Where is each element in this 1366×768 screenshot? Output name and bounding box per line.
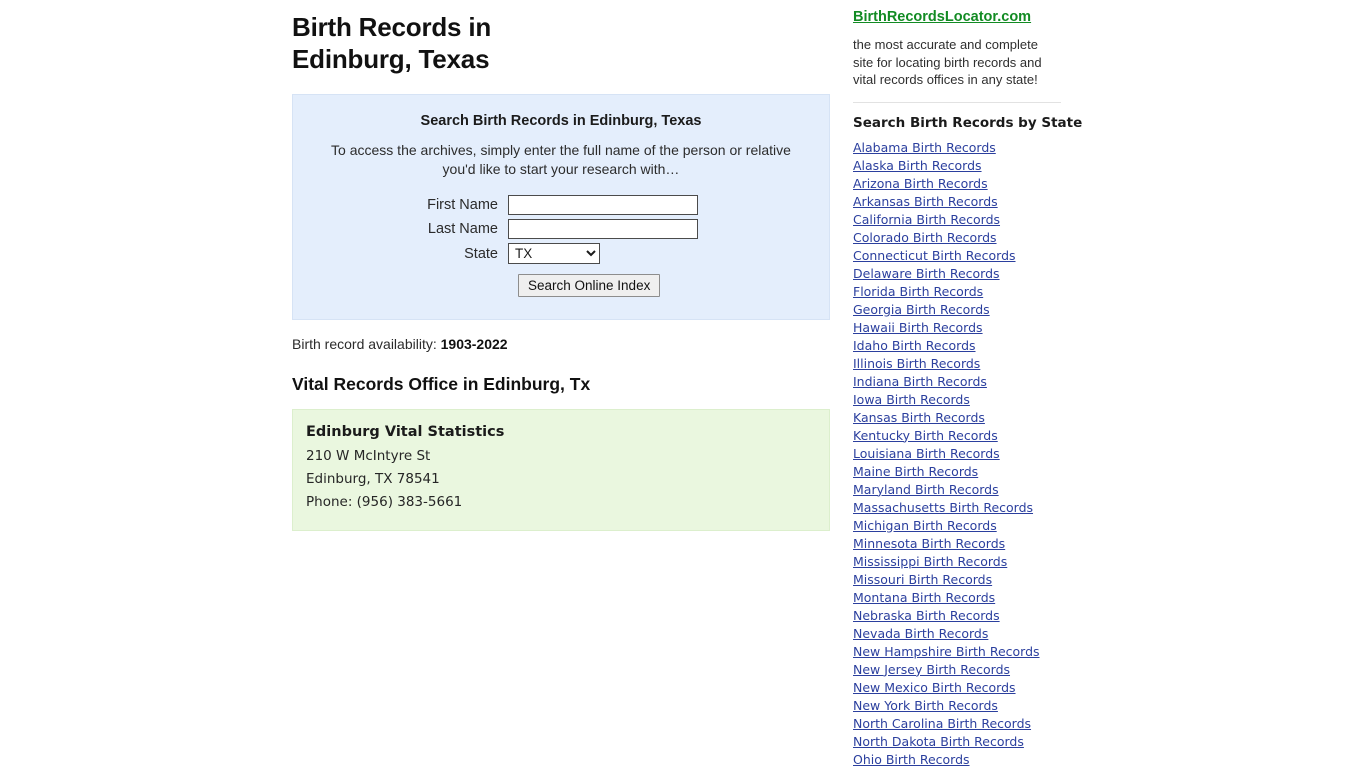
search-panel-heading: Search Birth Records in Edinburg, Texas [420, 113, 702, 129]
state-link[interactable]: Alaska Birth Records [853, 157, 1083, 175]
birth-record-availability: Birth record availability: 1903-2022 [292, 336, 832, 352]
office-phone: Phone: (956) 383-5661 [306, 494, 463, 510]
availability-label: Birth record availability: [292, 336, 437, 352]
state-link[interactable]: Kansas Birth Records [853, 409, 1083, 427]
state-link[interactable]: Arkansas Birth Records [853, 193, 1083, 211]
page-title: Birth Records in Edinburg, Texas [292, 11, 832, 75]
sidebar-divider [853, 101, 1061, 103]
state-link[interactable]: New Mexico Birth Records [853, 679, 1083, 697]
state-link[interactable]: Minnesota Birth Records [853, 535, 1083, 553]
last-name-row: Last Name [293, 219, 829, 239]
office-name: Edinburg Vital Statistics [306, 424, 505, 440]
state-link[interactable]: Florida Birth Records [853, 283, 1083, 301]
state-link[interactable]: Idaho Birth Records [853, 337, 1083, 355]
state-link[interactable]: Mississippi Birth Records [853, 553, 1083, 571]
search-online-index-button[interactable]: Search Online Index [518, 274, 661, 297]
state-link[interactable]: Hawaii Birth Records [853, 319, 1083, 337]
state-link[interactable]: Maine Birth Records [853, 463, 1083, 481]
state-link[interactable]: Iowa Birth Records [853, 391, 1083, 409]
vital-records-office-card: Edinburg Vital Statistics 210 W McIntyre… [292, 409, 830, 531]
state-link[interactable]: Georgia Birth Records [853, 301, 1083, 319]
state-label: State [464, 245, 498, 262]
state-link[interactable]: California Birth Records [853, 211, 1083, 229]
sidebar: BirthRecordsLocator.com the most accurat… [853, 0, 1083, 768]
vital-records-office-title: Vital Records Office in Edinburg, Tx [292, 374, 591, 394]
state-link[interactable]: Michigan Birth Records [853, 517, 1083, 535]
sidebar-heading: Search Birth Records by State [853, 114, 1083, 131]
submit-row: Search Online Index [293, 274, 829, 297]
state-link[interactable]: Missouri Birth Records [853, 571, 1083, 589]
state-link[interactable]: New York Birth Records [853, 697, 1083, 715]
state-link[interactable]: Ohio Birth Records [853, 751, 1083, 768]
availability-value: 1903-2022 [440, 336, 508, 352]
state-link[interactable]: Illinois Birth Records [853, 355, 1083, 373]
submit-spacer [293, 274, 508, 297]
search-panel: Search Birth Records in Edinburg, Texas … [292, 94, 830, 320]
state-link[interactable]: Nevada Birth Records [853, 625, 1083, 643]
state-link[interactable]: Nebraska Birth Records [853, 607, 1083, 625]
state-link[interactable]: New Jersey Birth Records [853, 661, 1083, 679]
state-link[interactable]: Montana Birth Records [853, 589, 1083, 607]
birth-records-search-form: First Name Last Name State TX Search Onl… [293, 195, 829, 297]
state-links-list: Alabama Birth Records Alaska Birth Record… [853, 139, 1083, 768]
main-content: Birth Records in Edinburg, Texas Search … [292, 0, 832, 531]
page-title-line-1: Birth Records in [292, 12, 492, 42]
office-street: 210 W McIntyre St [306, 448, 431, 464]
state-link[interactable]: Louisiana Birth Records [853, 445, 1083, 463]
state-link[interactable]: Kentucky Birth Records [853, 427, 1083, 445]
first-name-label: First Name [427, 197, 498, 213]
state-link[interactable]: Delaware Birth Records [853, 265, 1083, 283]
site-brand-link[interactable]: BirthRecordsLocator.com [853, 9, 1083, 25]
state-link[interactable]: North Dakota Birth Records [853, 733, 1083, 751]
page-root: Birth Records in Edinburg, Texas Search … [0, 0, 1366, 768]
state-link[interactable]: Massachusetts Birth Records [853, 499, 1083, 517]
state-link[interactable]: Arizona Birth Records [853, 175, 1083, 193]
office-city-state-zip: Edinburg, TX 78541 [306, 471, 440, 487]
first-name-input[interactable] [508, 195, 698, 215]
state-select[interactable]: TX [508, 243, 600, 264]
last-name-input[interactable] [508, 219, 698, 239]
state-link[interactable]: North Carolina Birth Records [853, 715, 1083, 733]
search-panel-description: To access the archives, simply enter the… [331, 142, 791, 177]
state-link[interactable]: Alabama Birth Records [853, 139, 1083, 157]
state-link[interactable]: Maryland Birth Records [853, 481, 1083, 499]
last-name-label: Last Name [427, 221, 498, 237]
state-link[interactable]: Colorado Birth Records [853, 229, 1083, 247]
state-link[interactable]: New Hampshire Birth Records [853, 643, 1083, 661]
page-title-line-2: Edinburg, Texas [292, 44, 490, 74]
state-link[interactable]: Indiana Birth Records [853, 373, 1083, 391]
state-row: State TX [293, 243, 829, 264]
state-link[interactable]: Connecticut Birth Records [853, 247, 1083, 265]
site-tagline: the most accurate and complete site for … [853, 37, 1042, 87]
first-name-row: First Name [293, 195, 829, 215]
